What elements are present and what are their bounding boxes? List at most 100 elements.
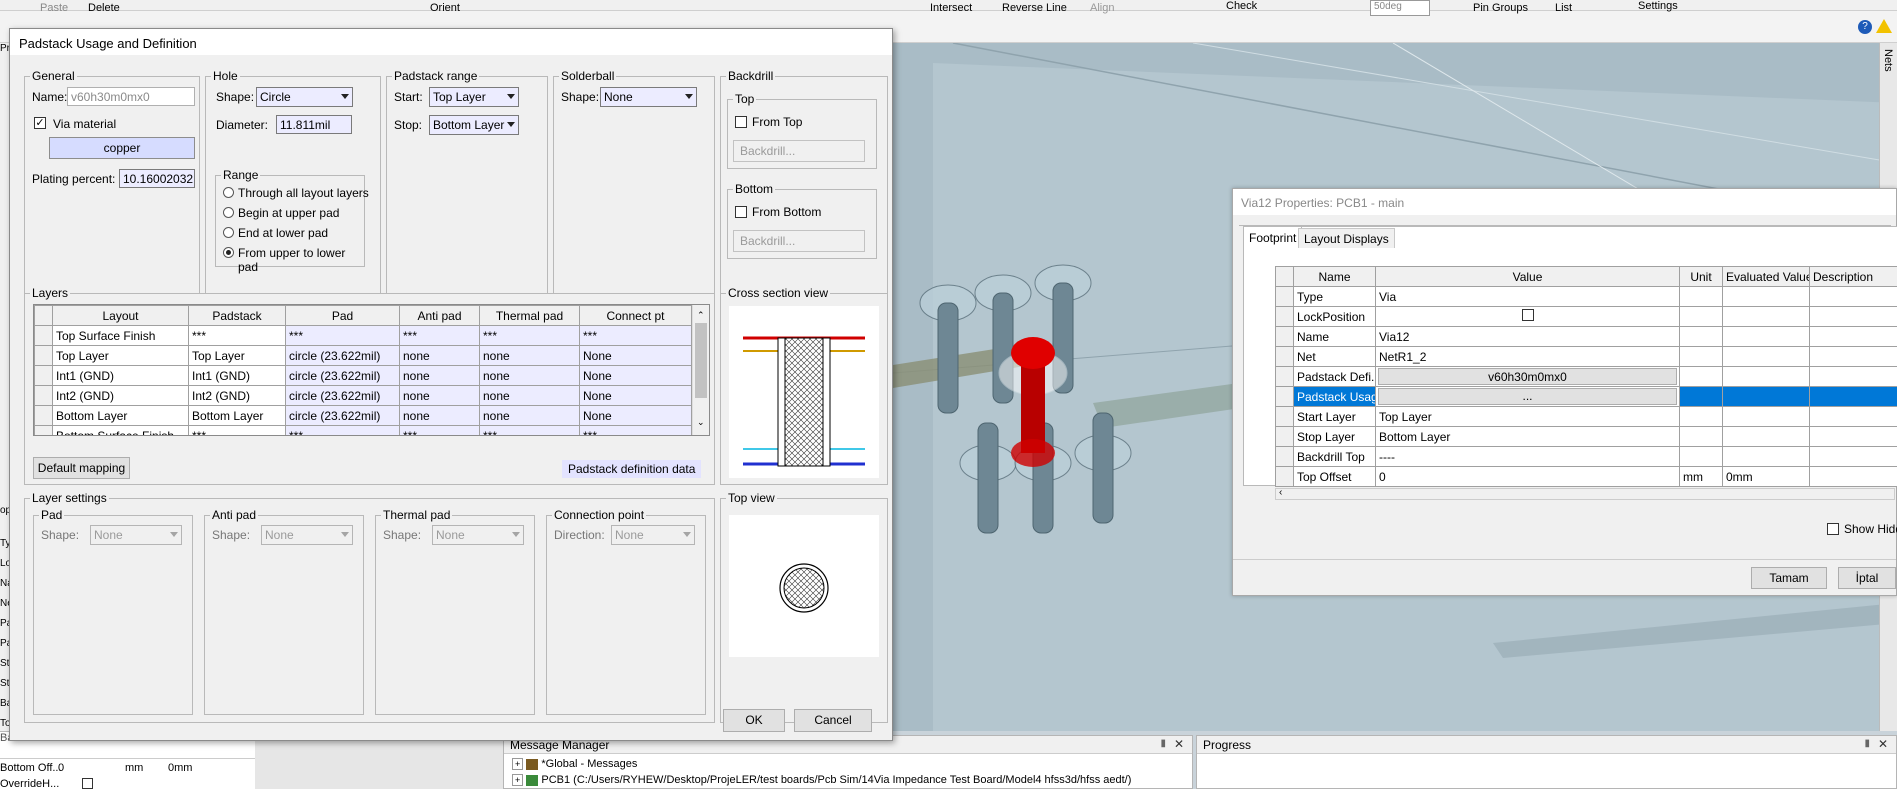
layer-cell[interactable]: none [399, 385, 480, 406]
pad-shape-select[interactable]: None [90, 525, 182, 545]
align-button[interactable]: Align [1090, 2, 1114, 14]
property-row[interactable]: Type Via [1275, 286, 1897, 307]
pin-icon[interactable]: ▮ [1864, 738, 1870, 749]
direction-select[interactable]: None [611, 525, 695, 545]
intersect-button[interactable]: Intersect [930, 2, 972, 14]
layer-row[interactable]: Int2 (GND) Int2 (GND) circle (23.622mil) no… [34, 385, 692, 406]
layer-cell[interactable]: none [399, 405, 480, 426]
property-row[interactable]: Net NetR1_2 [1275, 346, 1897, 367]
layer-row[interactable]: Bottom Surface Finish *** *** *** *** *** [34, 425, 692, 435]
layer-cell[interactable]: none [399, 365, 480, 386]
name-field[interactable]: v60h30m0mx0 [67, 87, 195, 106]
material-button[interactable]: copper [49, 137, 195, 159]
message-tree-item[interactable]: + *Global - Messages [512, 758, 637, 770]
from-top-checkbox[interactable] [735, 116, 747, 128]
pin-groups-button[interactable]: Pin Groups [1473, 2, 1528, 14]
layer-cell[interactable]: *** [285, 425, 400, 435]
plating-field[interactable]: 10.16002032 [119, 169, 195, 188]
property-value[interactable]: Top Layer [1375, 406, 1680, 427]
column-header-layout[interactable]: Layout [52, 305, 189, 326]
column-header-value[interactable]: Value [1375, 266, 1680, 287]
delete-button[interactable]: Delete [88, 2, 120, 14]
scroll-down-icon[interactable]: ⌄ [697, 417, 705, 428]
property-row[interactable]: LockPosition [1275, 306, 1897, 327]
default-mapping-button[interactable]: Default mapping [33, 457, 130, 479]
list-button[interactable]: List [1555, 2, 1572, 14]
layer-cell[interactable]: *** [479, 325, 580, 346]
layer-row[interactable]: Top Layer Top Layer circle (23.622mil) none… [34, 345, 692, 366]
layer-cell[interactable]: None [579, 365, 692, 386]
layer-cell[interactable]: *** [579, 425, 692, 435]
orient-button[interactable]: Orient [430, 2, 460, 14]
layer-row[interactable]: Top Surface Finish *** *** *** *** *** [34, 325, 692, 346]
check-button[interactable]: Check [1226, 0, 1257, 12]
layer-row[interactable]: Bottom Layer Bottom Layer circle (23.622mi… [34, 405, 692, 426]
stop-layer-select[interactable]: Bottom Layer [429, 115, 519, 135]
property-value[interactable]: 0 [1375, 466, 1680, 487]
paste-button[interactable]: Paste [40, 2, 68, 14]
scroll-left-icon[interactable]: ‹ [1279, 487, 1282, 498]
layer-cell[interactable]: *** [188, 325, 286, 346]
layer-cell[interactable]: circle (23.622mil) [285, 405, 400, 426]
layer-cell[interactable]: None [579, 405, 692, 426]
layer-cell[interactable]: *** [285, 325, 400, 346]
cancel-button[interactable]: Cancel [794, 709, 872, 732]
layer-cell[interactable]: circle (23.622mil) [285, 365, 400, 386]
property-row[interactable]: Backdrill Top ---- [1275, 446, 1897, 467]
property-value[interactable]: ---- [1375, 446, 1680, 467]
padstack-usage-button[interactable]: ... [1378, 388, 1677, 405]
column-header-padstack[interactable]: Padstack [188, 305, 286, 326]
layer-cell[interactable]: circle (23.622mil) [285, 385, 400, 406]
show-hidden-checkbox[interactable] [1827, 523, 1839, 535]
property-value[interactable]: NetR1_2 [1375, 346, 1680, 367]
layer-cell[interactable]: none [479, 365, 580, 386]
from-bottom-checkbox[interactable] [735, 206, 747, 218]
layer-cell[interactable]: Int2 (GND) [188, 385, 286, 406]
layer-cell[interactable]: *** [188, 425, 286, 435]
start-layer-select[interactable]: Top Layer [429, 87, 519, 107]
layer-cell[interactable]: *** [479, 425, 580, 435]
layer-cell[interactable]: none [399, 345, 480, 366]
hole-shape-select[interactable]: Circle [256, 87, 353, 107]
property-value[interactable]: Bottom Layer [1375, 426, 1680, 447]
override-checkbox[interactable] [82, 778, 93, 789]
column-header-name[interactable]: Name [1293, 266, 1376, 287]
property-row[interactable]: Stop Layer Bottom Layer [1275, 426, 1897, 447]
layer-cell[interactable]: None [579, 345, 692, 366]
close-icon[interactable]: ✕ [1174, 737, 1184, 751]
property-row[interactable]: Start Layer Top Layer [1275, 406, 1897, 427]
scroll-up-icon[interactable]: ⌃ [697, 310, 705, 321]
layer-cell[interactable]: Bottom Layer [188, 405, 286, 426]
warning-icon[interactable] [1876, 19, 1892, 33]
property-value[interactable]: Via [1375, 286, 1680, 307]
close-icon[interactable]: ✕ [1878, 737, 1888, 751]
property-row[interactable]: Name Via12 [1275, 326, 1897, 347]
column-header-pad[interactable]: Pad [285, 305, 400, 326]
column-header-thermal-pad[interactable]: Thermal pad [479, 305, 580, 326]
via-material-checkbox[interactable]: ✓ [34, 117, 46, 129]
tab-footprint[interactable]: Footprint [1243, 226, 1303, 248]
property-value[interactable]: Via12 [1375, 326, 1680, 347]
property-row[interactable]: Padstack Defi... v60h30m0mx0 [1275, 366, 1897, 387]
expand-icon[interactable]: + [512, 774, 524, 786]
expand-icon[interactable]: + [512, 758, 524, 770]
layer-cell[interactable]: *** [579, 325, 692, 346]
horizontal-scrollbar[interactable]: ‹ [1275, 487, 1895, 500]
backdrill-top-button[interactable]: Backdrill... [733, 140, 865, 162]
properties-cancel-button[interactable]: İptal [1838, 567, 1896, 589]
layer-cell[interactable]: Top Layer [188, 345, 286, 366]
scroll-thumb[interactable] [695, 323, 707, 398]
padstack-definition-button[interactable]: v60h30m0mx0 [1378, 368, 1677, 385]
layer-cell[interactable]: circle (23.622mil) [285, 345, 400, 366]
settings-button[interactable]: Settings [1638, 0, 1678, 12]
layer-cell[interactable]: *** [399, 425, 480, 435]
layer-row[interactable]: Int1 (GND) Int1 (GND) circle (23.622mil) no… [34, 365, 692, 386]
help-icon[interactable]: ? [1858, 20, 1872, 34]
ok-button[interactable]: OK [723, 709, 785, 732]
column-header-unit[interactable]: Unit [1679, 266, 1723, 287]
tab-layout-displays[interactable]: Layout Displays [1298, 228, 1395, 248]
reverse-line-button[interactable]: Reverse Line [1002, 2, 1067, 14]
backdrill-bottom-button[interactable]: Backdrill... [733, 230, 865, 252]
layer-cell[interactable]: Int1 (GND) [188, 365, 286, 386]
nets-tab-label[interactable]: Nets [1882, 49, 1894, 72]
